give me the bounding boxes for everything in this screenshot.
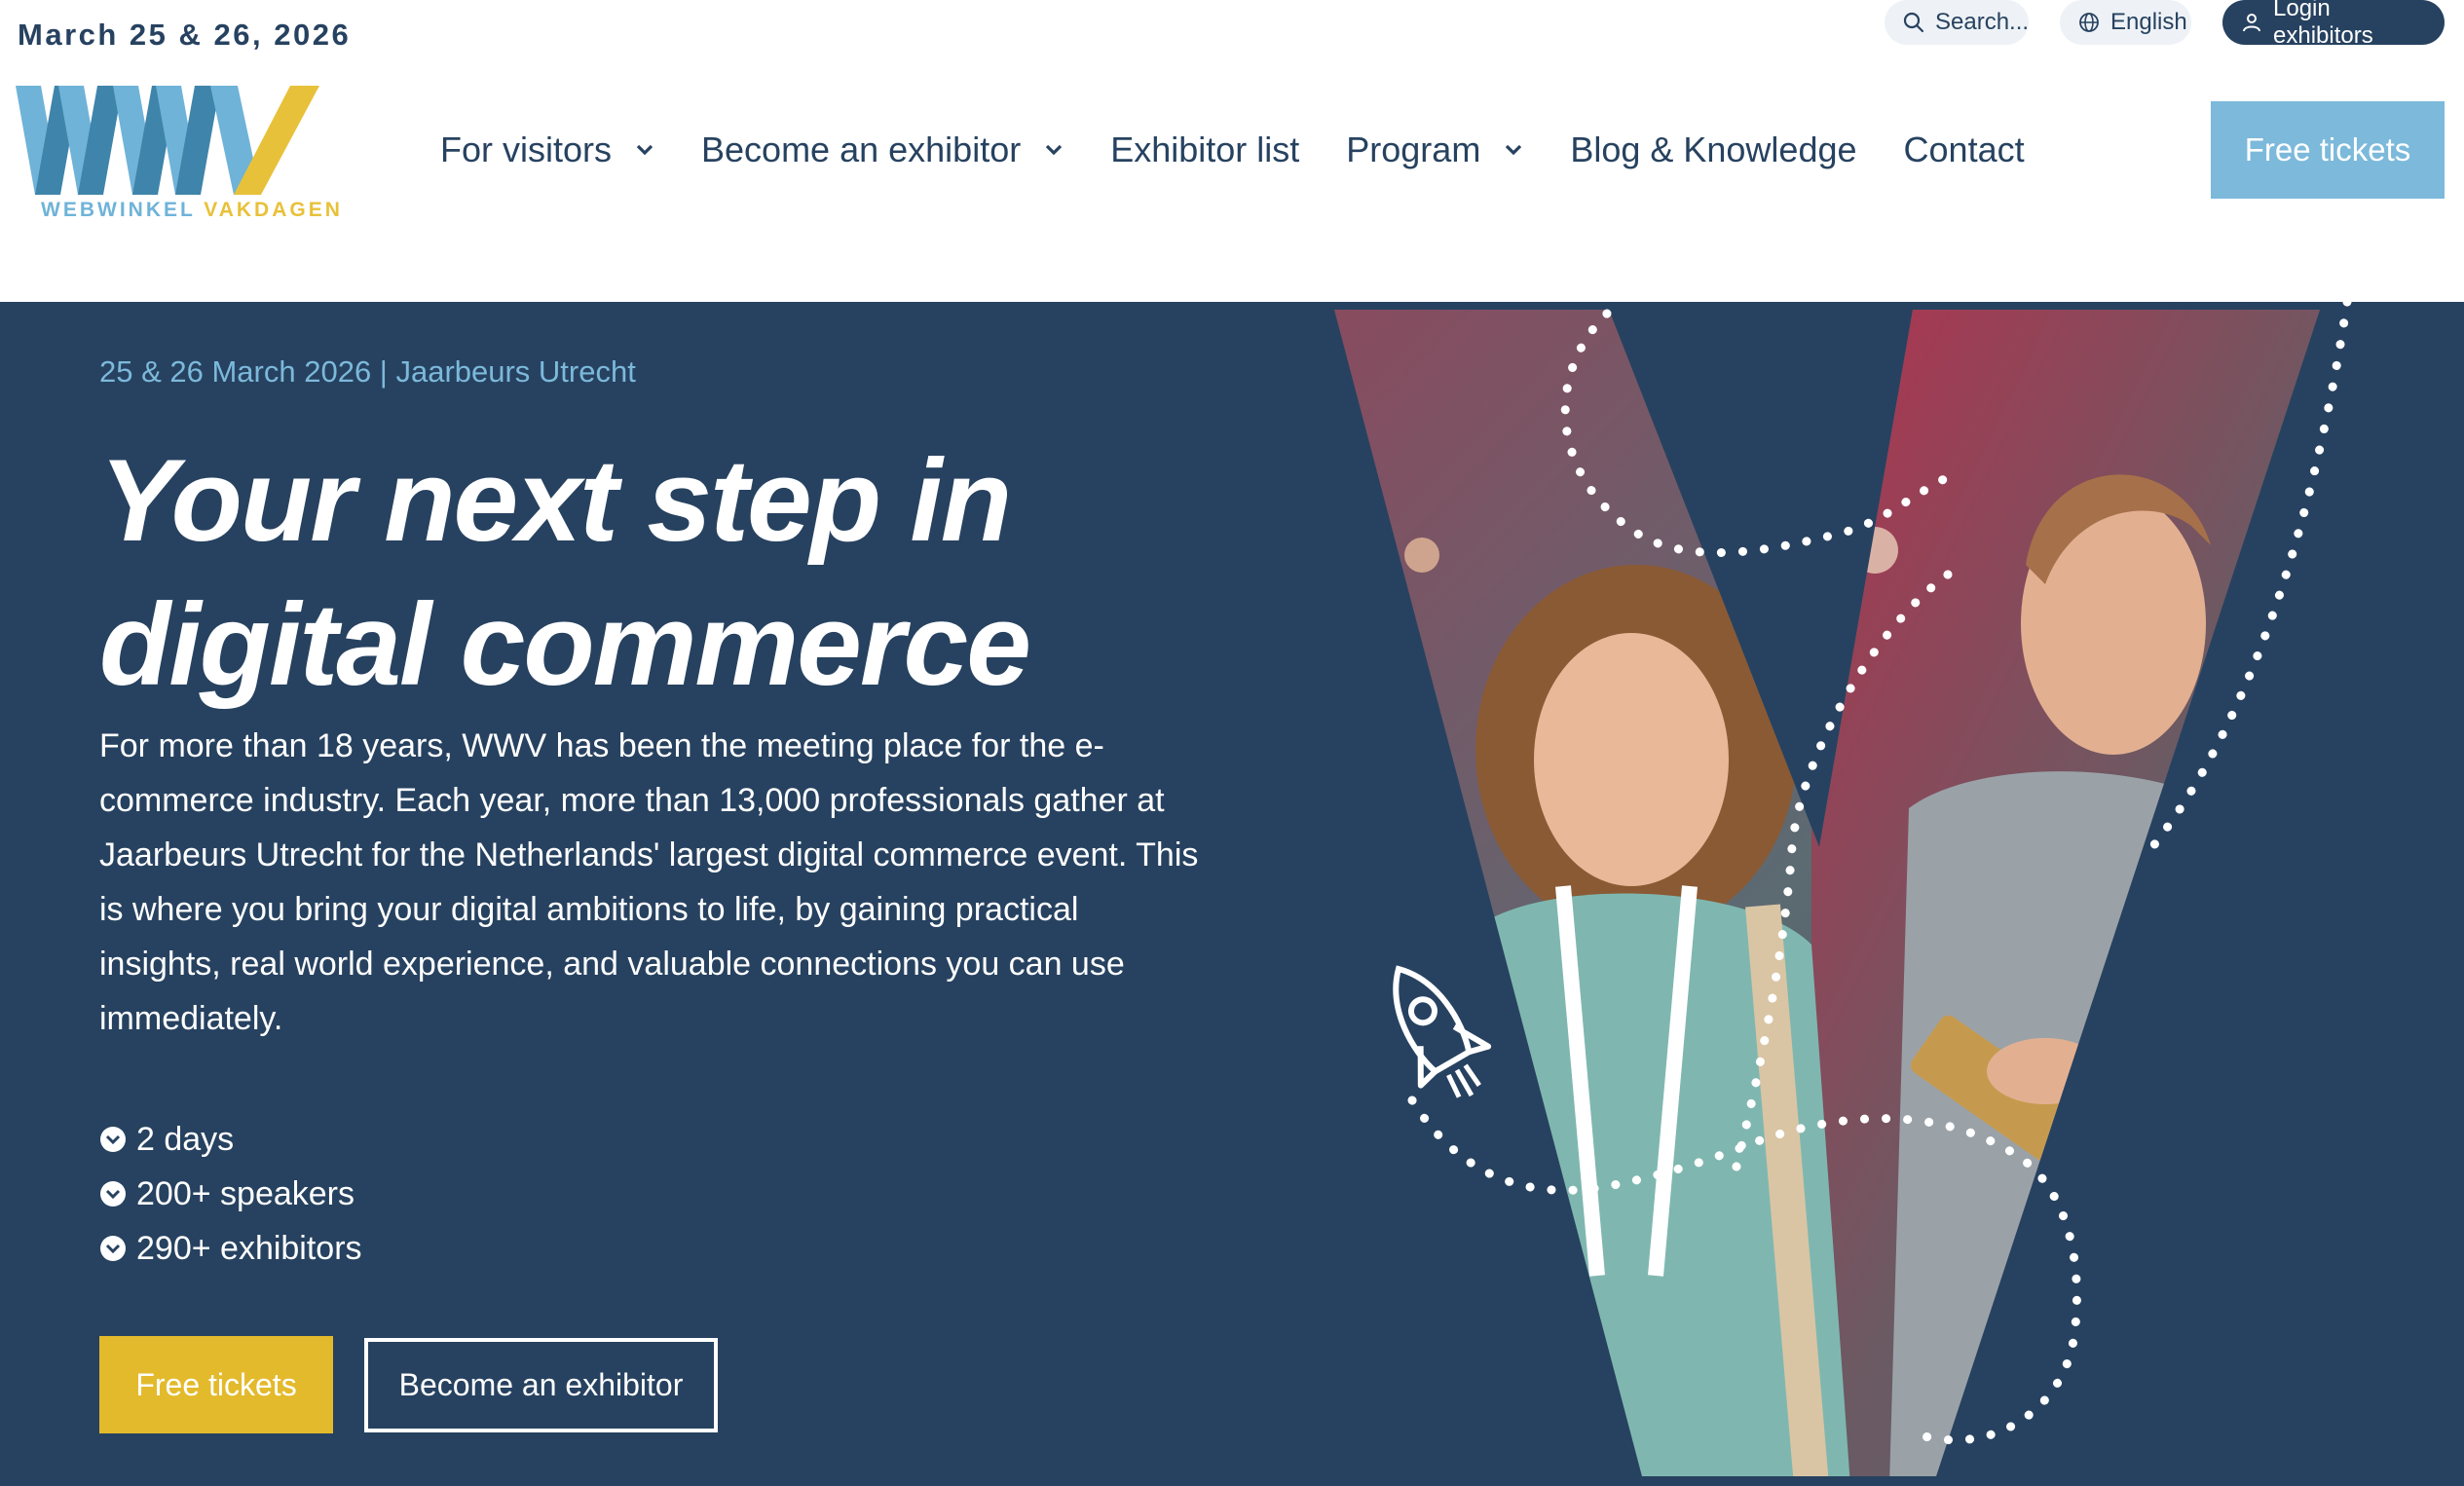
nav-item-program[interactable]: Program	[1346, 130, 1523, 170]
logo-text-webwinkel: WEBWINKEL	[41, 199, 196, 221]
nav-item-blog-knowledge[interactable]: Blog & Knowledge	[1570, 130, 1856, 170]
list-item: 200+ speakers	[99, 1167, 362, 1221]
highlight-text: 200+ speakers	[136, 1174, 355, 1212]
language-selector[interactable]: English	[2060, 0, 2191, 45]
search-button[interactable]: Search...	[1885, 0, 2029, 45]
logo-text-vakdagen: VAKDAGEN	[204, 199, 343, 221]
hero-subtitle: 25 & 26 March 2026 | Jaarbeurs Utrecht	[99, 354, 636, 389]
chevron-down-icon	[1046, 144, 1063, 156]
hero-become-exhibitor-button[interactable]: Become an exhibitor	[364, 1338, 718, 1432]
main-nav: For visitors Become an exhibitor Exhibit…	[440, 125, 2025, 175]
chevron-down-icon	[1506, 144, 1522, 156]
chevron-circle-icon	[100, 1127, 126, 1152]
user-icon	[2243, 14, 2260, 32]
hero-title: Your next step in digital commerce	[99, 435, 1031, 710]
language-label: English	[2110, 9, 2187, 35]
nav-label: Program	[1346, 130, 1481, 169]
nav-item-for-visitors[interactable]: For visitors	[440, 130, 654, 170]
event-date: March 25 & 26, 2026	[18, 18, 352, 52]
hero-visual	[1305, 302, 2464, 1486]
list-item: 2 days	[99, 1112, 362, 1167]
nav-label: Exhibitor list	[1110, 130, 1300, 169]
hero-free-tickets-button[interactable]: Free tickets	[99, 1336, 333, 1433]
hero-section: 25 & 26 March 2026 | Jaarbeurs Utrecht Y…	[0, 302, 2464, 1486]
site-logo[interactable]: WEBWINKEL VAKDAGEN	[16, 86, 340, 230]
chevron-down-icon	[636, 144, 653, 156]
login-label: Login exhibitors	[2273, 0, 2373, 49]
globe-icon	[2079, 13, 2099, 32]
nav-item-contact[interactable]: Contact	[1904, 130, 2025, 170]
nav-label: For visitors	[440, 130, 613, 169]
nav-label: Blog & Knowledge	[1570, 130, 1857, 169]
hero-description: For more than 18 years, WWV has been the…	[99, 727, 1199, 1037]
search-icon	[1903, 12, 1924, 33]
list-item: 290+ exhibitors	[99, 1221, 362, 1276]
nav-item-become-exhibitor[interactable]: Become an exhibitor	[701, 130, 1064, 170]
highlight-text: 2 days	[136, 1120, 235, 1158]
visitors-photo	[1334, 302, 2352, 1476]
nav-item-exhibitor-list[interactable]: Exhibitor list	[1110, 130, 1299, 170]
login-exhibitors-button[interactable]: Login exhibitors	[2222, 0, 2445, 49]
chevron-circle-icon	[100, 1236, 126, 1261]
search-label: Search...	[1935, 9, 2030, 35]
logo-wordmark: WEBWINKEL VAKDAGEN	[41, 199, 343, 222]
highlight-text: 290+ exhibitors	[136, 1229, 362, 1267]
rocket-icon	[1393, 965, 1492, 1098]
wwv-logo-icon	[16, 86, 319, 195]
chevron-circle-icon	[100, 1181, 126, 1207]
nav-label: Become an exhibitor	[701, 130, 1022, 169]
hero-highlights: 2 days 200+ speakers 290+ exhibitors	[99, 1112, 362, 1276]
site-header: March 25 & 26, 2026 WEBWINKEL VAKDAGEN S…	[0, 0, 2464, 302]
nav-label: Contact	[1903, 130, 2025, 169]
header-free-tickets-button[interactable]: Free tickets	[2211, 101, 2445, 199]
